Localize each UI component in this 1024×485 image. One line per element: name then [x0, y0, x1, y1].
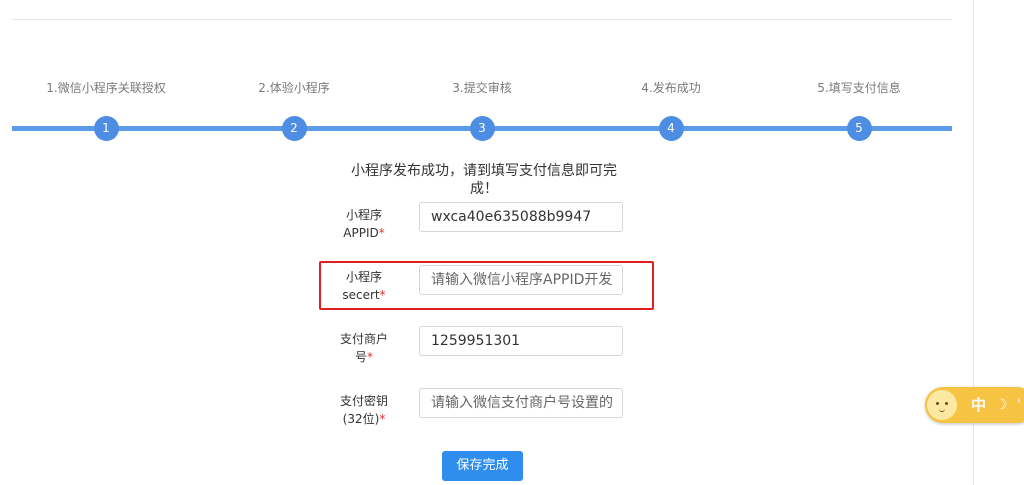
required-mark: * — [378, 226, 385, 240]
notice-line-2: 成！ — [470, 181, 498, 197]
appid-label-line1: 小程序 — [345, 208, 382, 222]
more-icon[interactable]: ' — [1017, 387, 1021, 423]
appid-input[interactable]: wxca40e635088b9947 — [419, 202, 623, 232]
required-mark: * — [379, 412, 386, 426]
pay-key-input[interactable]: 请输入微信支付商户号设置的 — [419, 388, 623, 418]
step-circle-3[interactable]: 3 — [469, 116, 495, 141]
save-complete-button[interactable]: 保存完成 — [442, 451, 523, 481]
pay-key-label-line2: (32位) — [342, 412, 380, 426]
step-circle-5[interactable]: 5 — [846, 116, 872, 141]
smiley-face-icon — [927, 390, 957, 420]
step-label-3: 3.提交审核 — [452, 81, 512, 95]
step-label-5: 5.填写支付信息 — [817, 81, 901, 95]
highlight-box — [319, 261, 654, 310]
pay-key-label: 支付密钥 (32位)* — [330, 392, 398, 428]
merchant-id-label: 支付商户 号* — [330, 330, 398, 366]
step-circle-1[interactable]: 1 — [93, 116, 119, 141]
step-label-2: 2.体验小程序 — [258, 81, 330, 95]
moon-icon[interactable]: ☽ — [995, 387, 1008, 423]
appid-label: 小程序 APPID* — [330, 206, 398, 242]
merchant-id-label-line2: 号 — [354, 350, 367, 364]
merchant-id-input[interactable]: 1259951301 — [419, 326, 623, 356]
step-label-4: 4.发布成功 — [641, 81, 701, 95]
success-notice: 小程序发布成功，请到填写支付信息即可完 成！ — [342, 162, 626, 198]
step-circle-2[interactable]: 2 — [281, 116, 307, 141]
merchant-id-label-line1: 支付商户 — [339, 332, 388, 346]
required-mark: * — [367, 350, 373, 364]
floating-assistant-widget[interactable]: 中 ☽ ' — [925, 387, 1024, 423]
appid-label-line2: APPID — [343, 226, 379, 240]
language-toggle[interactable]: 中 — [971, 387, 986, 423]
pay-key-label-line1: 支付密钥 — [339, 394, 388, 408]
step-circle-4[interactable]: 4 — [658, 116, 684, 141]
top-divider — [12, 19, 952, 20]
notice-line-1: 小程序发布成功，请到填写支付信息即可完 — [351, 163, 617, 179]
step-label-1: 1.微信小程序关联授权 — [46, 81, 166, 95]
